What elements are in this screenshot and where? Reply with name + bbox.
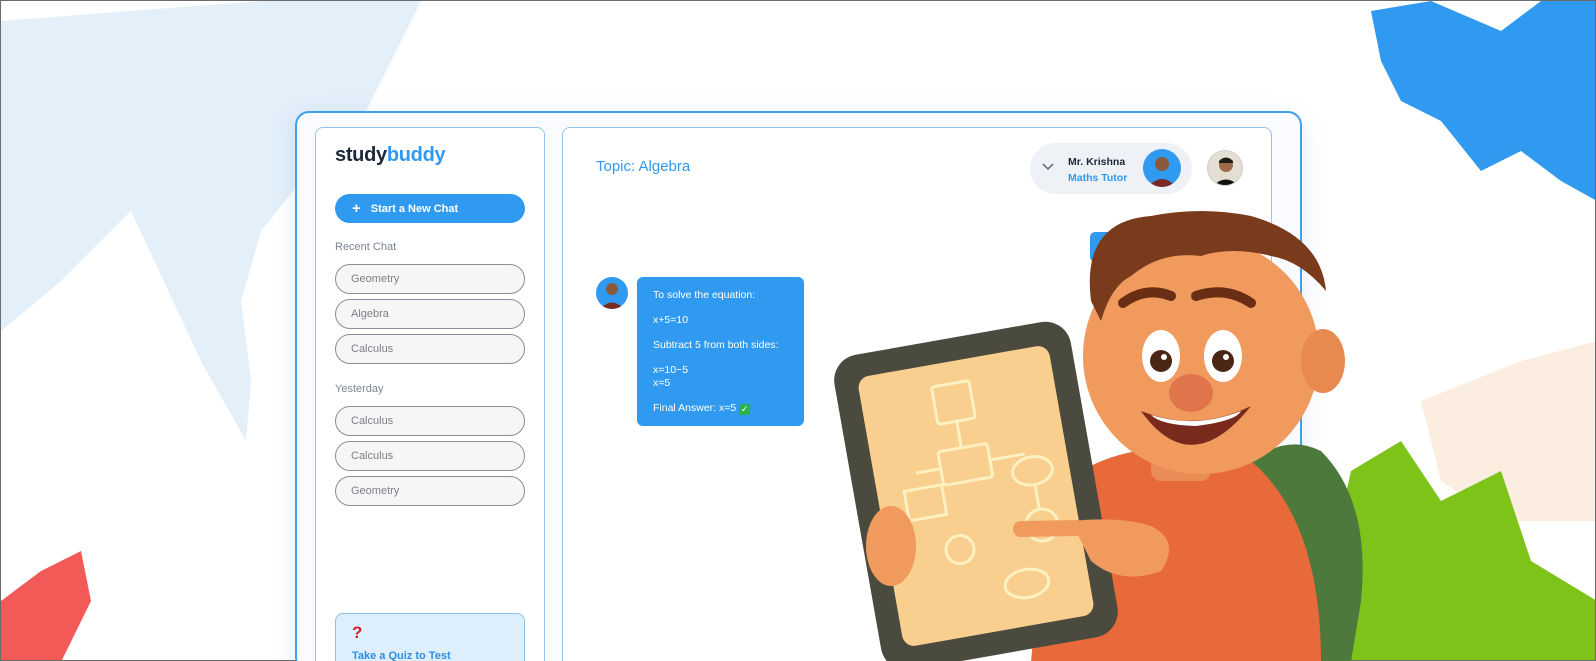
message-line: x=10−5: [653, 364, 689, 376]
recent-chat-heading: Recent Chat: [335, 241, 397, 253]
person-icon: [600, 283, 624, 309]
message-line: Final Answer: x=5: [653, 402, 737, 414]
sidebar: studybuddy + Start a New Chat Recent Cha…: [315, 127, 545, 661]
studybuddy-logo[interactable]: studybuddy: [335, 144, 446, 167]
chat-item-calculus[interactable]: Calculus: [335, 334, 525, 364]
person-icon: [1148, 157, 1176, 187]
tutor-name: Mr. Krishna: [1068, 156, 1126, 168]
yesterday-heading: Yesterday: [335, 383, 384, 395]
tutor-avatar: [1143, 149, 1181, 187]
message-line: x=5: [653, 377, 671, 389]
tutor-message-bubble: To solve the equation: x+5=10 Subtract 5…: [637, 277, 804, 426]
question-mark-icon: ?: [352, 623, 363, 642]
chat-item-algebra[interactable]: Algebra: [335, 299, 525, 329]
check-mark-icon: ✓: [739, 404, 751, 415]
plus-icon: +: [352, 200, 361, 217]
quiz-card[interactable]: ? Take a Quiz to Test: [335, 613, 525, 661]
user-message-bubble: [1090, 232, 1120, 262]
app-window: studybuddy + Start a New Chat Recent Cha…: [295, 111, 1302, 661]
user-avatar[interactable]: [1207, 150, 1243, 186]
logo-part-buddy: buddy: [386, 144, 446, 166]
chat-item-geometry[interactable]: Geometry: [335, 476, 525, 506]
chat-item-calculus[interactable]: Calculus: [335, 406, 525, 436]
message-line: To solve the equation:: [653, 289, 756, 301]
chevron-down-icon[interactable]: [1040, 159, 1056, 175]
tutor-message-avatar: [596, 277, 628, 309]
chat-panel: Topic: Algebra Mr. Krishna Maths Tutor T…: [562, 127, 1272, 661]
message-line: Subtract 5 from both sides:: [653, 339, 779, 351]
message-line: x+5=10: [653, 314, 689, 326]
chat-item-calculus[interactable]: Calculus: [335, 441, 525, 471]
quiz-card-label: Take a Quiz to Test: [352, 650, 451, 661]
chat-item-geometry[interactable]: Geometry: [335, 264, 525, 294]
tutor-selector[interactable]: Mr. Krishna Maths Tutor: [1030, 143, 1192, 194]
page-title: Topic: Algebra: [596, 158, 691, 175]
start-new-chat-label: Start a New Chat: [370, 202, 459, 215]
person-icon: [1214, 157, 1238, 185]
logo-part-study: study: [335, 144, 387, 166]
start-new-chat-button[interactable]: + Start a New Chat: [335, 194, 525, 223]
tutor-role: Maths Tutor: [1068, 172, 1128, 184]
